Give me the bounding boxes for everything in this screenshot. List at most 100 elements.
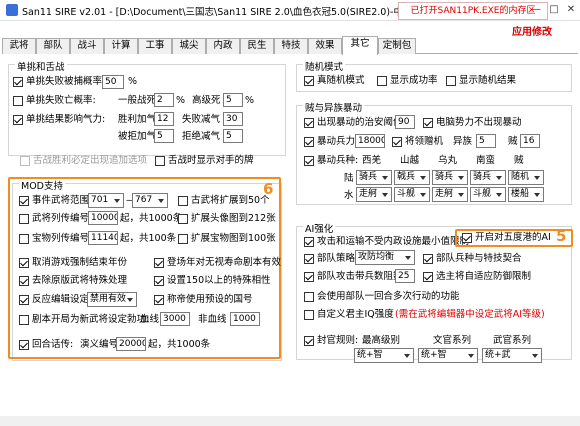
non-blood-input[interactable]: 1000: [230, 312, 260, 326]
win-add-input[interactable]: 12: [154, 112, 174, 126]
leader-troops-checkbox[interactable]: [392, 137, 402, 147]
foreign-input[interactable]: 5: [476, 134, 496, 148]
minimize-icon[interactable]: —: [528, 2, 544, 18]
refuse-reduce-input[interactable]: 5: [223, 129, 243, 143]
expand150-label: 设置150以上的特殊相性: [167, 275, 271, 286]
land-unit-select[interactable]: 骑兵: [470, 170, 506, 185]
fail-reduce-input[interactable]: 30: [223, 112, 243, 126]
seal-rank-label: 封官规则:: [317, 335, 359, 346]
riot-troops-checkbox[interactable]: [304, 137, 314, 147]
best-rank-select[interactable]: 统+智: [354, 348, 414, 363]
land-unit-select[interactable]: 随机: [508, 170, 544, 185]
tab-general[interactable]: 武将: [2, 38, 36, 54]
five-ai-checkbox[interactable]: [462, 233, 472, 243]
general-id-input[interactable]: 10000: [88, 211, 118, 225]
water-unit-select[interactable]: 楼船: [508, 187, 544, 202]
tab-works[interactable]: 工事: [138, 38, 172, 54]
win-add-label: 胜利加气: [118, 114, 157, 125]
cancel-event-checkbox[interactable]: [19, 258, 29, 268]
show-result-checkbox[interactable]: [446, 76, 456, 86]
treasure-id-suffix: 起，共100条: [120, 233, 177, 244]
expand-portrait-checkbox[interactable]: [178, 214, 188, 224]
riot-units-checkbox[interactable]: [304, 156, 314, 166]
title-change-checkbox[interactable]: [154, 258, 164, 268]
riot-security-input[interactable]: 90: [395, 115, 415, 129]
seal-rank-checkbox[interactable]: [304, 336, 314, 346]
ai-no-riot-checkbox[interactable]: [423, 118, 433, 128]
treasure-id-checkbox[interactable]: [19, 234, 29, 244]
treasure-id-input[interactable]: 11140: [88, 231, 118, 245]
ancient-ext-checkbox[interactable]: [178, 196, 188, 206]
result-attr-checkbox[interactable]: [13, 115, 23, 125]
fail-capture-checkbox[interactable]: [13, 77, 23, 87]
refuse-add-input[interactable]: 5: [154, 129, 174, 143]
riot-security-checkbox[interactable]: [304, 118, 314, 128]
military-label: 武官系列: [493, 335, 532, 346]
civil-rank-select[interactable]: 统+智: [418, 348, 478, 363]
select-defend-checkbox[interactable]: [423, 272, 433, 282]
attack-general-input[interactable]: 25: [395, 269, 415, 283]
expand-portrait-label: 扩展头像图到212张: [191, 213, 276, 224]
debate-strategy-checkbox[interactable]: [20, 156, 30, 166]
rebuild-face-checkbox[interactable]: [19, 315, 29, 325]
water-unit-select[interactable]: 走舸: [432, 187, 468, 202]
edit-counter-checkbox[interactable]: [19, 295, 29, 305]
ai-attack-checkbox[interactable]: [304, 237, 314, 247]
attack-general-checkbox[interactable]: [304, 272, 314, 282]
horizontal-scrollbar[interactable]: [0, 416, 580, 426]
tab-effect[interactable]: 效果: [308, 38, 342, 54]
riot-troops-label: 暴动兵力: [317, 136, 356, 147]
maximize-icon[interactable]: □: [546, 2, 562, 18]
tab-unit[interactable]: 部队: [36, 38, 70, 54]
title-bar: San11 SIRE v2.01 - [D:\Document\三国志\San1…: [0, 0, 580, 21]
close-icon[interactable]: ✕: [563, 2, 579, 18]
water-unit-select[interactable]: 斗舰: [394, 187, 430, 202]
fail-capture-input[interactable]: 50: [102, 75, 124, 89]
expand150-checkbox[interactable]: [154, 276, 164, 286]
high-death-input[interactable]: 5: [223, 93, 243, 107]
apply-modify-button[interactable]: 应用修改: [512, 23, 552, 38]
land-unit-select[interactable]: 戟兵: [394, 170, 430, 185]
custom-name-checkbox[interactable]: [154, 295, 164, 305]
cheat-id-label: 演义编号: [80, 339, 119, 350]
tab-calc[interactable]: 计算: [104, 38, 138, 54]
general-id-checkbox[interactable]: [19, 214, 29, 224]
custom-king-note: (需在武将编辑器中设定武将AI等级): [395, 309, 545, 320]
cheat-id-input[interactable]: 20000: [116, 337, 146, 351]
custom-king-checkbox[interactable]: [304, 310, 314, 320]
merge-units-checkbox[interactable]: [304, 292, 314, 302]
tab-custom[interactable]: 定制包: [378, 38, 416, 54]
tab-city[interactable]: 城尖: [172, 38, 206, 54]
true-random-checkbox[interactable]: [304, 76, 314, 86]
water-unit-select[interactable]: 走舸: [356, 187, 392, 202]
event-from-spinner[interactable]: 701: [88, 193, 124, 208]
water-unit-select[interactable]: 斗舰: [470, 187, 506, 202]
fail-death-checkbox[interactable]: [13, 96, 23, 106]
ai-no-riot-label: 电脑势力不出现暴动: [436, 117, 522, 128]
military-rank-select[interactable]: 统+武: [482, 348, 542, 363]
back-history-checkbox[interactable]: [19, 340, 29, 350]
custom-name-label: 称帝使用预设的国号: [167, 294, 253, 305]
tab-battle[interactable]: 战斗: [70, 38, 104, 54]
event-to-spinner[interactable]: 767: [132, 193, 168, 208]
bandit-input[interactable]: 16: [520, 134, 540, 148]
blood-line-input[interactable]: 3000: [160, 312, 190, 326]
riot-troops-input[interactable]: 18000: [355, 134, 385, 148]
land-unit-select[interactable]: 骑兵: [356, 170, 392, 185]
tab-domestic[interactable]: 内政: [206, 38, 240, 54]
land-unit-select[interactable]: 骑兵: [432, 170, 468, 185]
expand-treasure-checkbox[interactable]: [178, 234, 188, 244]
badge-5: 5: [556, 227, 567, 245]
deploy-strategy-select[interactable]: 攻防均衡: [355, 250, 415, 265]
edit-counter-select[interactable]: 禁用有效: [87, 292, 137, 307]
tab-other[interactable]: 其它: [342, 36, 378, 55]
tab-skill[interactable]: 特技: [274, 38, 308, 54]
show-rate-checkbox[interactable]: [377, 76, 387, 86]
unit-tactics-checkbox[interactable]: [423, 254, 433, 264]
debate-show-checkbox[interactable]: [155, 156, 165, 166]
general-death-input[interactable]: 2: [154, 93, 174, 107]
deploy-strategy-checkbox[interactable]: [304, 254, 314, 264]
remove-clan-checkbox[interactable]: [19, 276, 29, 286]
tab-people[interactable]: 民生: [240, 38, 274, 54]
event-range-checkbox[interactable]: [19, 196, 29, 206]
